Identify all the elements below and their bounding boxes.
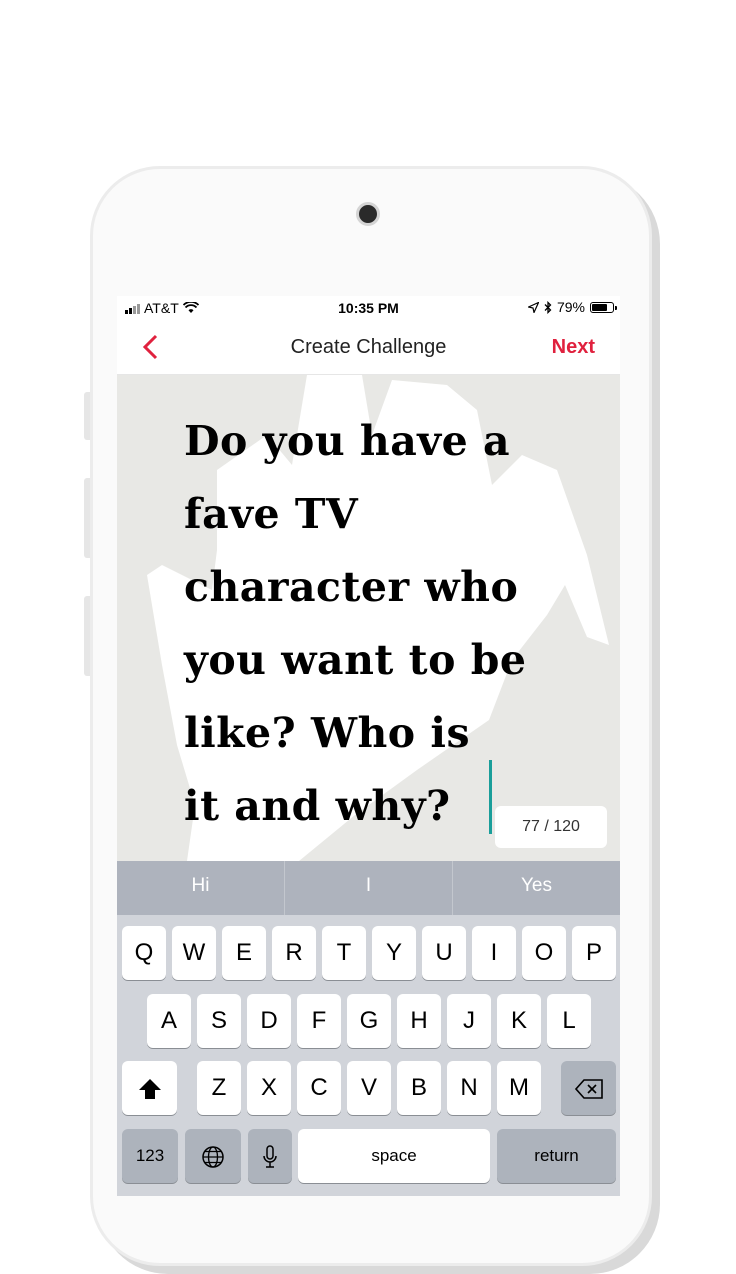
key-i[interactable]: I xyxy=(472,926,516,980)
status-right: 79% xyxy=(527,299,617,315)
character-counter: 77 / 120 xyxy=(495,806,607,848)
shift-icon xyxy=(138,1078,161,1099)
question-line: like? Who is xyxy=(184,709,471,757)
key-k[interactable]: K xyxy=(497,994,541,1048)
key-m[interactable]: M xyxy=(497,1061,541,1115)
status-bar: AT&T 10:35 PM 79% xyxy=(117,296,620,322)
globe-icon xyxy=(202,1145,224,1168)
front-camera xyxy=(356,202,380,226)
screen: AT&T 10:35 PM 79% Create Challenge Next xyxy=(117,296,620,1196)
question-line: fave TV xyxy=(184,490,359,538)
microphone-icon xyxy=(263,1144,277,1168)
key-b[interactable]: B xyxy=(397,1061,441,1115)
page-title: Create Challenge xyxy=(290,336,447,358)
key-g[interactable]: G xyxy=(347,994,391,1048)
key-r[interactable]: R xyxy=(272,926,316,980)
key-o[interactable]: O xyxy=(522,926,566,980)
suggestion-item[interactable]: Hi xyxy=(117,861,284,915)
key-q[interactable]: Q xyxy=(122,926,166,980)
battery-icon xyxy=(590,301,617,313)
dictation-key[interactable] xyxy=(248,1129,292,1183)
key-x[interactable]: X xyxy=(247,1061,291,1115)
keyboard: Hi I Yes Q W E R T Y U I O P A S D F G H… xyxy=(117,861,620,1196)
key-a[interactable]: A xyxy=(147,994,191,1048)
key-f[interactable]: F xyxy=(297,994,341,1048)
globe-key[interactable] xyxy=(185,1129,241,1183)
question-text: Do you have a fave TV character who you … xyxy=(184,405,604,843)
space-key[interactable]: space xyxy=(298,1129,490,1183)
volume-down-button xyxy=(84,596,90,676)
key-d[interactable]: D xyxy=(247,994,291,1048)
mute-switch xyxy=(84,392,90,440)
return-key[interactable]: return xyxy=(497,1129,616,1183)
key-p[interactable]: P xyxy=(572,926,616,980)
key-y[interactable]: Y xyxy=(372,926,416,980)
suggestion-item[interactable]: Yes xyxy=(452,861,620,915)
bluetooth-icon xyxy=(544,300,552,314)
key-w[interactable]: W xyxy=(172,926,216,980)
key-j[interactable]: J xyxy=(447,994,491,1048)
battery-percent: 79% xyxy=(556,299,585,315)
key-v[interactable]: V xyxy=(347,1061,391,1115)
key-z[interactable]: Z xyxy=(197,1061,241,1115)
volume-up-button xyxy=(84,478,90,558)
numbers-key[interactable]: 123 xyxy=(122,1129,178,1183)
backspace-icon xyxy=(574,1078,603,1099)
key-s[interactable]: S xyxy=(197,994,241,1048)
question-line: character who xyxy=(184,563,519,611)
key-l[interactable]: L xyxy=(547,994,591,1048)
text-cursor xyxy=(489,760,492,834)
key-c[interactable]: C xyxy=(297,1061,341,1115)
key-e[interactable]: E xyxy=(222,926,266,980)
key-n[interactable]: N xyxy=(447,1061,491,1115)
suggestion-bar: Hi I Yes xyxy=(117,861,620,915)
question-line: you want to be xyxy=(184,636,527,684)
next-button[interactable]: Next xyxy=(552,336,595,359)
suggestion-item[interactable]: I xyxy=(284,861,452,915)
key-t[interactable]: T xyxy=(322,926,366,980)
shift-key[interactable] xyxy=(122,1061,177,1115)
key-h[interactable]: H xyxy=(397,994,441,1048)
question-line: Do you have a xyxy=(184,417,511,465)
challenge-canvas[interactable]: Do you have a fave TV character who you … xyxy=(117,375,620,861)
location-arrow-icon xyxy=(527,301,539,313)
key-u[interactable]: U xyxy=(422,926,466,980)
navigation-bar: Create Challenge Next xyxy=(117,322,620,375)
backspace-key[interactable] xyxy=(561,1061,616,1115)
